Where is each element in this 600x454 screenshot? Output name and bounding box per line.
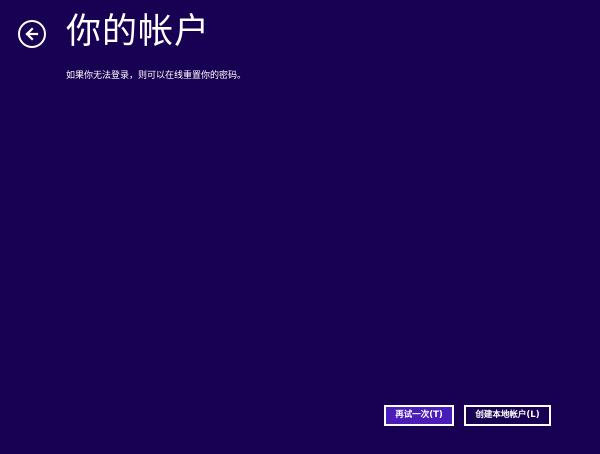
page-title: 你的帐户 [66, 12, 211, 52]
arrow-left-icon [25, 27, 39, 41]
description-text: 如果你无法登录，则可以在线重置你的密码。 [66, 71, 247, 81]
back-button[interactable] [18, 20, 46, 48]
retry-button[interactable]: 再试一次(T) [384, 405, 454, 426]
create-local-account-button[interactable]: 创建本地帐户(L) [464, 405, 551, 426]
